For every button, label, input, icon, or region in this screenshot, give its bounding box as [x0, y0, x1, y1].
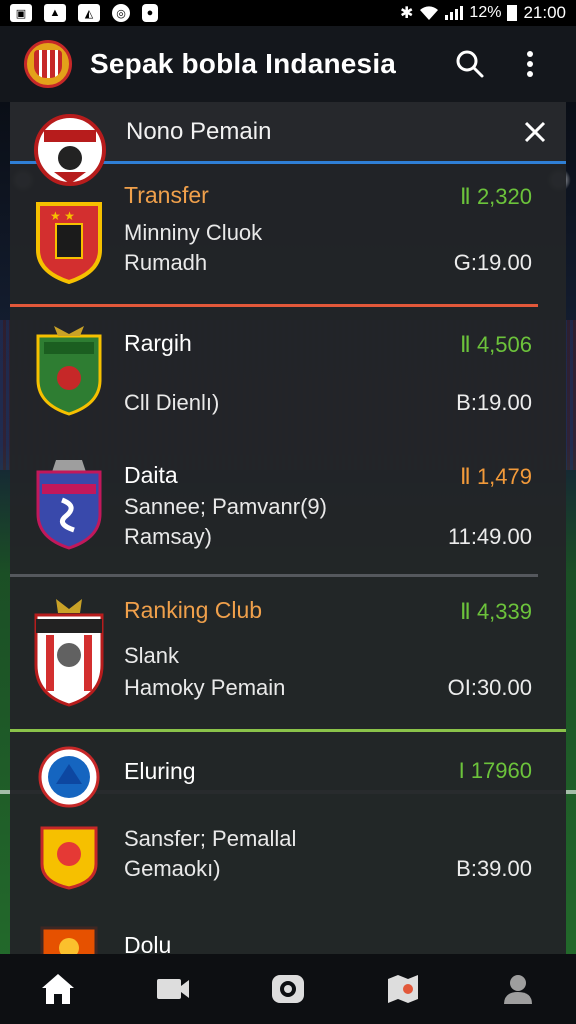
more-options-button[interactable]	[508, 42, 552, 86]
item-line: Rumadh	[124, 250, 208, 275]
nav-map[interactable]	[373, 959, 433, 1019]
list-item[interactable]: Sansfer; Pemallal Gemaokı) B:39.00	[10, 812, 566, 902]
list-item[interactable]: Daita Sannee; Pamvanr(9) Ramsay) Ⅱ 1,479…	[10, 432, 566, 574]
club-crest: ★ ★	[36, 202, 102, 284]
nav-video[interactable]	[143, 959, 203, 1019]
gallery-icon: ▣	[10, 4, 32, 22]
app-title: Sepak bobla Indanesia	[90, 48, 397, 79]
item-value: B:19.00	[456, 390, 532, 415]
club-crest	[36, 460, 102, 550]
app-logo	[24, 40, 72, 88]
item-name: Transfer	[124, 182, 209, 208]
item-line: Gemaokı)	[124, 856, 221, 881]
list-item[interactable]: ★ ★ Transfer Minniny Cluok Rumadh Ⅱ 2,32…	[10, 164, 566, 304]
item-stat: Ⅱ 4,506	[460, 332, 532, 357]
camera-icon	[271, 975, 304, 1003]
bottom-navigation	[0, 954, 576, 1024]
item-value: B:39.00	[456, 856, 532, 881]
panel-title: Nono Pemain	[126, 117, 272, 145]
home-icon	[41, 974, 74, 1004]
item-value: G:19.00	[453, 250, 532, 275]
item-stat: I 17960	[458, 758, 532, 783]
video-icon	[156, 979, 189, 999]
photo-icon: ◭	[78, 4, 100, 22]
item-name: Rargih	[124, 330, 192, 356]
club-crest	[36, 326, 102, 416]
wifi-icon	[420, 6, 439, 20]
player-panel: Nono Pemain ★ ★ Transfer Minniny Cluok R…	[10, 102, 566, 954]
club-crest	[40, 826, 98, 890]
close-icon	[524, 121, 546, 142]
more-vert-icon	[527, 51, 533, 77]
profile-icon	[504, 975, 533, 1004]
nav-profile[interactable]	[488, 959, 548, 1019]
whatsapp-icon: ◎	[112, 4, 130, 22]
item-stat: Ⅱ 4,339	[460, 599, 532, 624]
battery-icon	[507, 5, 518, 21]
item-line: Hamoky Pemain	[124, 675, 286, 700]
item-line: Minniny Cluok	[124, 220, 263, 245]
nav-camera[interactable]	[258, 959, 318, 1019]
signal-icon	[445, 6, 464, 20]
club-crest	[40, 926, 98, 954]
club-crest	[34, 599, 104, 707]
list-item[interactable]: Dolu	[10, 912, 566, 954]
club-crest	[38, 746, 100, 808]
item-line: Sannee; Pamvanr(9)	[124, 494, 327, 519]
item-line: Ramsay)	[124, 524, 213, 549]
item-value: OI:30.00	[447, 675, 532, 700]
list-item[interactable]: Ranking Club Slank Hamoky Pemain Ⅱ 4,339…	[10, 577, 566, 727]
clock: 21:00	[523, 3, 566, 22]
search-icon	[456, 50, 484, 78]
divider	[10, 304, 538, 307]
bluetooth-icon: ✱	[400, 5, 414, 22]
close-button[interactable]	[510, 107, 560, 157]
shield-icon: ●	[142, 4, 158, 22]
item-stat: Ⅱ 2,320	[460, 184, 532, 209]
item-value: 11:49.00	[447, 524, 532, 549]
item-line: Slank	[124, 643, 180, 668]
status-bar: ▣ ▲ ◭ ◎ ● ✱ 12% 21:00	[0, 0, 576, 26]
item-line: Sansfer; Pemallal	[124, 826, 297, 851]
item-name: Eluring	[124, 758, 196, 784]
item-name: Dolu	[124, 932, 172, 954]
photo-icon: ▲	[44, 4, 66, 22]
list-item[interactable]: Eluring I 17960	[10, 732, 566, 812]
item-stat: Ⅱ 1,479	[460, 464, 532, 489]
nav-home[interactable]	[28, 959, 88, 1019]
app-bar: Sepak bobla Indanesia	[0, 26, 576, 102]
battery-percent: 12%	[469, 4, 502, 21]
list-item[interactable]: Rargih Cll Dienlı) Ⅱ 4,506 B:19.00	[10, 308, 566, 432]
search-button[interactable]	[448, 42, 492, 86]
map-icon	[388, 975, 419, 1003]
svg-text:★ ★: ★ ★	[50, 209, 75, 223]
item-line: Cll Dienlı)	[124, 390, 220, 415]
item-name: Ranking Club	[124, 597, 263, 623]
item-name: Daita	[124, 462, 178, 488]
